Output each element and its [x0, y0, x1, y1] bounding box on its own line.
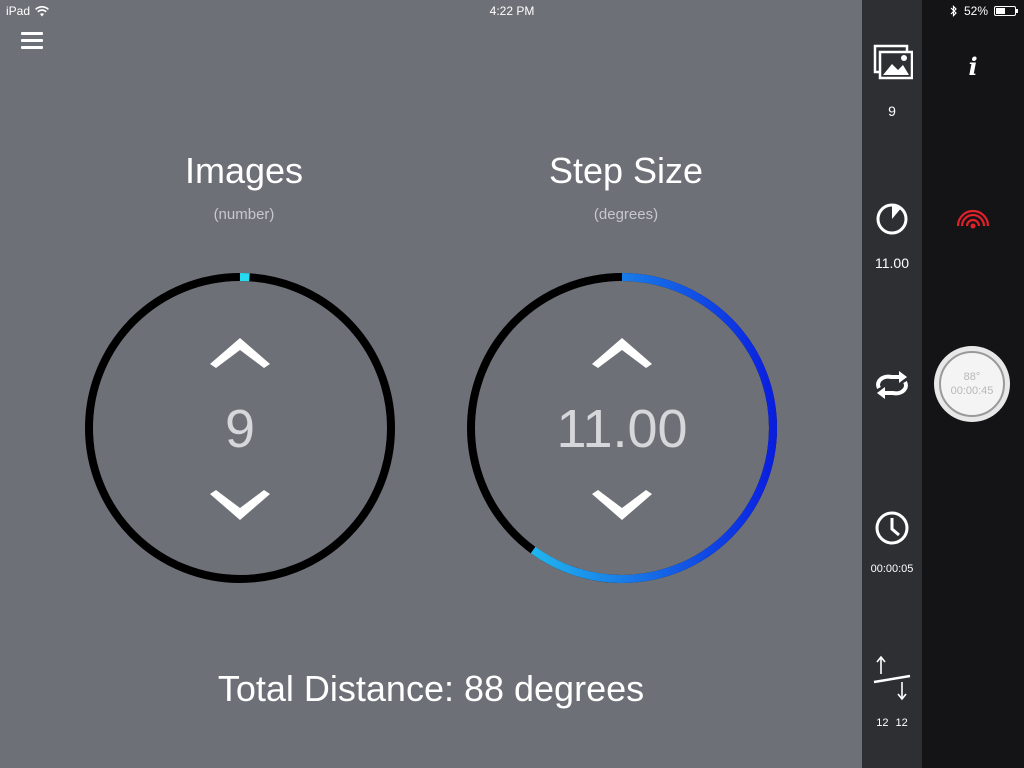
toolbar-step-value: 11.00 — [875, 255, 909, 271]
bluetooth-icon — [950, 5, 957, 17]
toolbar-level[interactable]: 12 12 — [862, 654, 922, 729]
status-right: 52% — [950, 4, 1018, 18]
step-size-title: Step Size — [548, 150, 704, 191]
level-icon — [873, 655, 911, 701]
app-root: iPad 4:22 PM 52% Images (number) 9 Step … — [0, 0, 1024, 768]
toolbar-level-values: 12 12 — [862, 717, 922, 729]
start-duration: 00:00:45 — [950, 385, 994, 397]
status-time: 4:22 PM — [489, 4, 535, 18]
repeat-icon — [876, 371, 908, 399]
pie-chart-icon — [876, 203, 908, 235]
battery-percent: 52% — [963, 4, 988, 18]
images-unit: (number) — [213, 206, 275, 223]
main-area: Images (number) 9 Step Size (degrees) 11… — [0, 0, 862, 768]
toolbar-repeat[interactable] — [862, 368, 922, 407]
step-size-decrement-button[interactable] — [590, 488, 654, 524]
start-button-inner: 88° 00:00:45 — [939, 351, 1005, 417]
start-degrees: 88° — [963, 371, 981, 383]
toolbar-step-size[interactable]: 11.00 — [862, 202, 922, 271]
chevron-up-icon — [592, 338, 652, 368]
toolbar-delay[interactable]: 00:00:05 — [862, 510, 922, 575]
wireless-signal-icon[interactable] — [957, 202, 989, 234]
level-left-value: 12 — [876, 717, 889, 729]
hamburger-menu-icon[interactable] — [21, 32, 43, 50]
total-distance: Total Distance: 88 degrees — [217, 668, 645, 709]
settings-toolbar: 9 11.00 00:00:05 12 12 — [862, 0, 922, 768]
clock-icon — [875, 511, 909, 545]
chevron-up-icon — [210, 338, 270, 368]
chevron-down-icon — [592, 490, 652, 520]
start-button[interactable]: 88° 00:00:45 — [934, 346, 1010, 422]
toolbar-delay-value: 00:00:05 — [870, 563, 914, 575]
battery-icon — [994, 6, 1018, 16]
chevron-down-icon — [210, 490, 270, 520]
step-size-increment-button[interactable] — [590, 334, 654, 370]
toolbar-images-count: 9 — [888, 103, 896, 119]
info-button[interactable]: i — [922, 52, 1024, 81]
images-increment-button[interactable] — [208, 334, 272, 370]
level-right-value: 12 — [895, 717, 908, 729]
step-size-value: 11.00 — [556, 399, 688, 459]
battery-fill — [996, 8, 1006, 14]
images-decrement-button[interactable] — [208, 488, 272, 524]
step-size-unit: (degrees) — [593, 206, 659, 223]
images-icon — [873, 44, 914, 80]
toolbar-images[interactable]: 9 — [862, 44, 922, 119]
status-bar: iPad 4:22 PM 52% — [0, 0, 1024, 22]
images-title: Images — [184, 150, 304, 191]
images-value: 9 — [224, 399, 256, 459]
